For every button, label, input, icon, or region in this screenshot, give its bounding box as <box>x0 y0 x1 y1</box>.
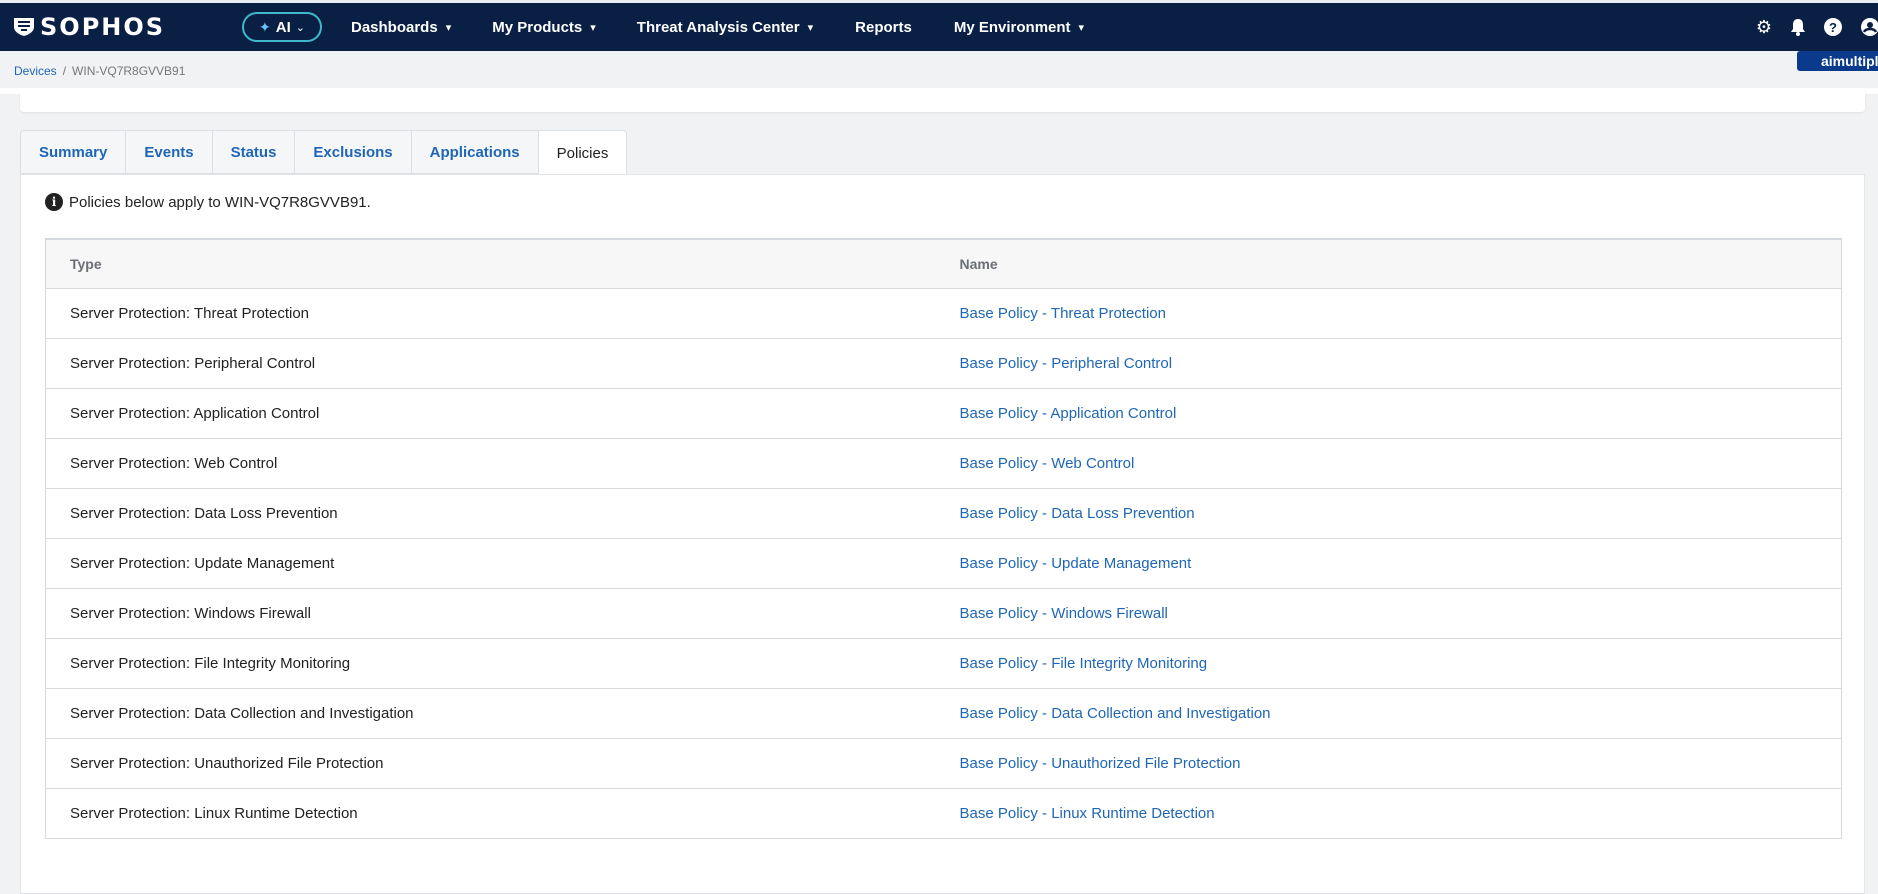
table-header-row: Type Name <box>45 239 1842 288</box>
policy-name-link[interactable]: Base Policy - Web Control <box>935 437 1842 488</box>
breadcrumb-current: WIN-VQ7R8GVVB91 <box>72 64 186 78</box>
nav-reports-label: Reports <box>855 18 912 36</box>
policy-type-cell: Server Protection: Web Control <box>45 437 936 488</box>
table-row: Server Protection: Windows Firewall Base … <box>45 587 1842 638</box>
gear-icon[interactable]: ⚙ <box>1756 17 1772 38</box>
shield-logo-icon <box>14 18 34 36</box>
ai-menu-button[interactable]: ✦ AI ⌄ <box>242 12 322 42</box>
table-row: Server Protection: Unauthorized File Pro… <box>45 737 1842 788</box>
table-row: Server Protection: Application Control Ba… <box>45 387 1842 438</box>
nav-my-products-label: My Products <box>492 18 583 36</box>
policy-type-cell: Server Protection: Unauthorized File Pro… <box>45 737 936 788</box>
policies-info: i Policies below apply to WIN-VQ7R8GVVB9… <box>45 193 371 211</box>
breadcrumb: Devices / WIN-VQ7R8GVVB91 <box>14 64 185 78</box>
user-icon[interactable] <box>1860 17 1878 37</box>
nav-dashboards-label: Dashboards <box>351 18 438 36</box>
policy-type-cell: Server Protection: Data Loss Prevention <box>45 487 936 538</box>
policies-panel: i Policies below apply to WIN-VQ7R8GVVB9… <box>20 174 1865 894</box>
policy-name-link[interactable]: Base Policy - Application Control <box>935 387 1842 438</box>
column-header-name[interactable]: Name <box>936 239 1842 288</box>
policy-name-link[interactable]: Base Policy - Data Collection and Invest… <box>935 687 1842 738</box>
tab-events[interactable]: Events <box>125 130 212 174</box>
table-row: Server Protection: Web Control Base Polic… <box>45 437 1842 488</box>
logo-text: SOPHOS <box>40 13 166 41</box>
nav-right-icons: ⚙ ? <box>1756 3 1878 51</box>
table-row: Server Protection: Peripheral Control Bas… <box>45 337 1842 388</box>
policy-type-cell: Server Protection: File Integrity Monito… <box>45 637 936 688</box>
tab-exclusions[interactable]: Exclusions <box>294 130 411 174</box>
breadcrumb-separator: / <box>62 64 67 78</box>
chevron-down-icon: ⌄ <box>295 21 305 34</box>
device-summary-card <box>20 92 1865 112</box>
policy-type-cell: Server Protection: Peripheral Control <box>45 337 936 388</box>
chevron-down-icon: ▾ <box>590 21 596 34</box>
tab-status[interactable]: Status <box>211 130 295 174</box>
policy-name-link[interactable]: Base Policy - Data Loss Prevention <box>935 487 1842 538</box>
nav-my-products[interactable]: My Products ▾ <box>492 3 596 51</box>
ai-label: AI <box>275 18 291 36</box>
policies-table-body: Server Protection: Threat Protection Base… <box>45 287 1842 838</box>
tab-summary[interactable]: Summary <box>20 130 126 174</box>
column-header-type[interactable]: Type <box>46 239 936 288</box>
policies-info-text: Policies below apply to WIN-VQ7R8GVVB91. <box>69 193 371 211</box>
nav-threat-analysis-center[interactable]: Threat Analysis Center ▾ <box>637 3 813 51</box>
sophos-logo[interactable]: SOPHOS <box>13 3 213 51</box>
policy-name-link[interactable]: Base Policy - Linux Runtime Detection <box>935 787 1842 838</box>
policy-type-cell: Server Protection: Windows Firewall <box>45 587 936 638</box>
policy-name-link[interactable]: Base Policy - Update Management <box>935 537 1842 588</box>
chevron-down-icon: ▾ <box>807 21 814 34</box>
policy-type-cell: Server Protection: Threat Protection <box>45 287 936 338</box>
nav-reports[interactable]: Reports <box>855 3 912 51</box>
policy-name-link[interactable]: Base Policy - Peripheral Control <box>935 337 1842 388</box>
info-icon: i <box>45 193 63 211</box>
policy-name-link[interactable]: Base Policy - File Integrity Monitoring <box>935 637 1842 688</box>
chevron-down-icon: ▾ <box>445 21 452 34</box>
tab-applications[interactable]: Applications <box>410 130 538 174</box>
user-tenant-tag[interactable]: aimultipl <box>1797 51 1878 71</box>
policies-table: Type Name Server Protection: Threat Prot… <box>45 238 1842 839</box>
breadcrumb-devices-link[interactable]: Devices <box>14 64 57 78</box>
policy-type-cell: Server Protection: Update Management <box>45 537 936 588</box>
help-icon[interactable]: ? <box>1824 18 1842 36</box>
sparkle-icon: ✦ <box>259 18 271 35</box>
policy-type-cell: Server Protection: Application Control <box>45 387 936 438</box>
policy-name-link[interactable]: Base Policy - Unauthorized File Protecti… <box>935 737 1842 788</box>
policy-name-link[interactable]: Base Policy - Windows Firewall <box>935 587 1842 638</box>
table-row: Server Protection: Linux Runtime Detecti… <box>45 787 1842 838</box>
nav-my-environment-label: My Environment <box>953 18 1071 36</box>
nav-dashboards[interactable]: Dashboards ▾ <box>351 3 451 51</box>
table-row: Server Protection: File Integrity Monito… <box>45 637 1842 688</box>
device-tabs: Summary Events Status Exclusions Applica… <box>20 130 628 175</box>
chevron-down-icon: ▾ <box>1078 21 1085 34</box>
table-row: Server Protection: Threat Protection Base… <box>45 287 1842 338</box>
policy-type-cell: Server Protection: Data Collection and I… <box>45 687 936 738</box>
top-navigation: SOPHOS ✦ AI ⌄ Dashboards ▾ My Products ▾… <box>0 3 1878 51</box>
nav-my-environment[interactable]: My Environment ▾ <box>954 3 1084 51</box>
policy-name-link[interactable]: Base Policy - Threat Protection <box>935 287 1842 338</box>
tab-policies[interactable]: Policies <box>537 130 628 175</box>
table-row: Server Protection: Update Management Base… <box>45 537 1842 588</box>
table-row: Server Protection: Data Collection and I… <box>45 687 1842 738</box>
bell-icon[interactable] <box>1790 18 1806 36</box>
table-row: Server Protection: Data Loss Prevention B… <box>45 487 1842 538</box>
nav-threat-analysis-center-label: Threat Analysis Center <box>636 18 800 36</box>
policy-type-cell: Server Protection: Linux Runtime Detecti… <box>45 787 936 838</box>
